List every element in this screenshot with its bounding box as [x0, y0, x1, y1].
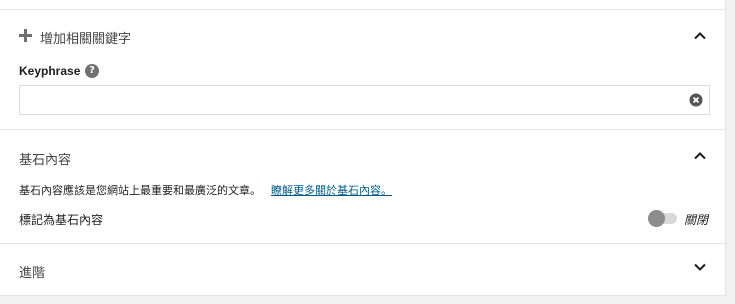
advanced-section-title[interactable]: 進階 [19, 262, 45, 281]
chevron-up-icon[interactable] [692, 28, 708, 44]
cornerstone-toggle[interactable] [648, 210, 678, 227]
toggle-knob [648, 210, 665, 227]
cornerstone-toggle-label: 標記為基石內容 [19, 213, 104, 227]
help-icon[interactable]: ? [85, 64, 99, 78]
seo-settings-panel: 增加相關關鍵字 Keyphrase ? 基石內容 基石內容應該是您網站上最重要和… [0, 0, 726, 296]
learn-more-link[interactable]: 瞭解更多關於基石內容。 [271, 184, 392, 197]
chevron-up-icon[interactable] [692, 148, 708, 164]
clear-icon[interactable] [689, 93, 703, 107]
divider [0, 129, 726, 130]
add-related-keyphrase-button[interactable]: 增加相關關鍵字 [40, 28, 131, 47]
cornerstone-description: 基石內容應該是您網站上最重要和最廣泛的文章。 瞭解更多關於基石內容。 [19, 182, 392, 198]
plus-icon[interactable] [19, 29, 32, 42]
cornerstone-section-title[interactable]: 基石內容 [19, 149, 71, 168]
divider [0, 243, 726, 244]
cornerstone-description-text: 基石內容應該是您網站上最重要和最廣泛的文章。 [19, 184, 261, 197]
toggle-state-text: 關閉 [684, 213, 709, 227]
chevron-down-icon[interactable] [692, 259, 708, 275]
keyphrase-input[interactable] [19, 85, 710, 115]
keyphrase-label: Keyphrase [19, 64, 81, 78]
divider [0, 9, 726, 10]
